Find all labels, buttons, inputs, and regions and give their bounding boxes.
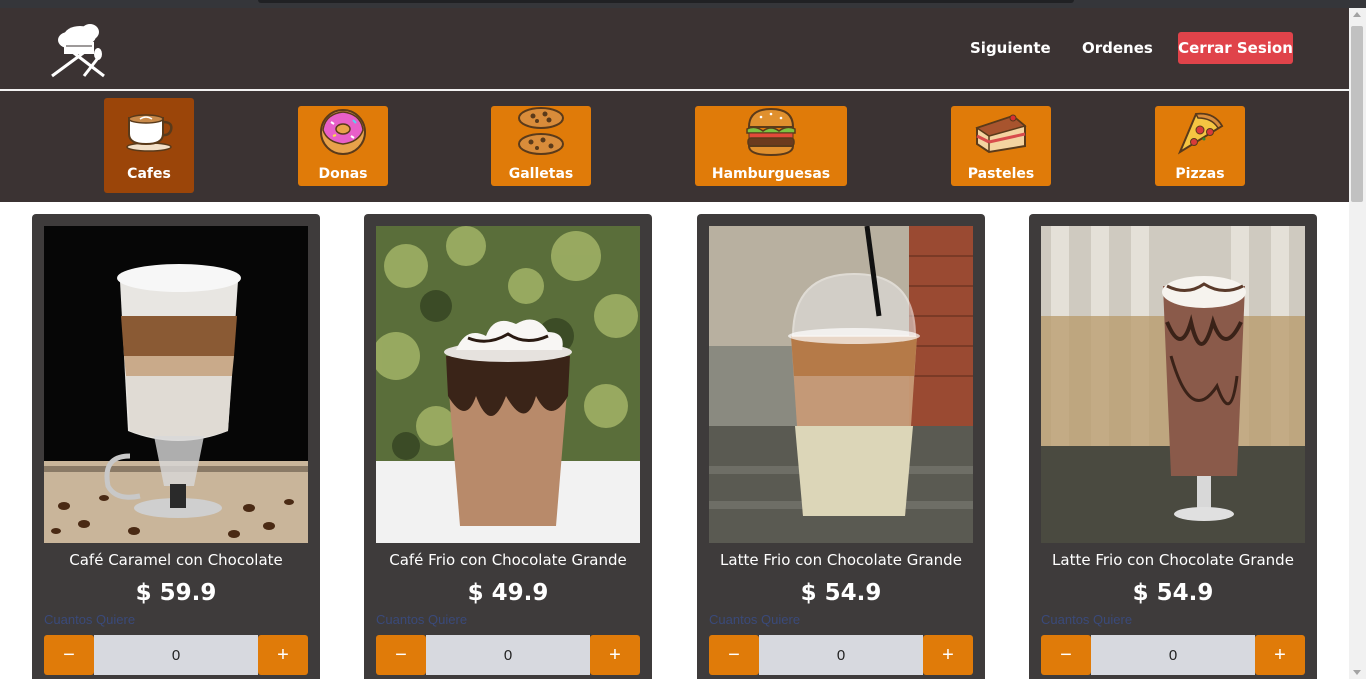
quantity-label: Cuantos Quiere [1041,612,1133,627]
quantity-stepper: − 0 + [1041,635,1305,675]
category-label: Galletas [508,166,574,182]
category-label: Pizzas [1175,166,1225,182]
category-label: Pasteles [967,166,1035,182]
scroll-up-arrow-icon[interactable] [1353,12,1361,17]
increment-button[interactable]: + [590,635,640,675]
pizza-icon [1174,108,1226,160]
quantity-label: Cuantos Quiere [709,612,801,627]
quantity-input[interactable]: 0 [94,635,258,675]
category-donas[interactable]: Donas [298,106,388,186]
product-name: Latte Frio con Chocolate Grande [720,551,962,569]
browser-top-strip [0,0,1366,8]
product-image[interactable] [44,226,308,543]
logout-button[interactable]: Cerrar Sesion [1178,32,1293,64]
quantity-input[interactable]: 0 [1091,635,1255,675]
quantity-stepper: − 0 + [44,635,308,675]
quantity-stepper: − 0 + [709,635,973,675]
product-card: Latte Frio con Chocolate Grande $ 54.9 C… [697,214,985,679]
scroll-down-arrow-icon[interactable] [1353,670,1361,675]
nav-orders-link[interactable]: Ordenes [1082,39,1153,57]
quantity-input[interactable]: 0 [426,635,590,675]
decrement-button[interactable]: − [376,635,426,675]
product-grid: Café Caramel con Chocolate $ 59.9 Cuanto… [0,202,1349,679]
cake-icon [973,110,1029,158]
product-price: $ 54.9 [1132,580,1214,606]
product-image[interactable] [376,226,640,543]
product-image[interactable] [1041,226,1305,543]
quantity-stepper: − 0 + [376,635,640,675]
donut-icon [317,108,369,160]
category-label: Cafes [127,166,171,182]
product-name: Latte Frio con Chocolate Grande [1052,551,1294,569]
burger-icon [745,107,797,161]
scrollbar-thumb[interactable] [1351,26,1363,202]
quantity-label: Cuantos Quiere [44,612,136,627]
chef-hat-utensils-icon[interactable] [46,18,110,80]
category-hamburguesas[interactable]: Hamburguesas [695,106,847,186]
decrement-button[interactable]: − [1041,635,1091,675]
product-name: Café Caramel con Chocolate [69,551,283,569]
product-price: $ 54.9 [800,580,882,606]
category-label: Donas [318,166,368,182]
top-navbar: Siguiente Ordenes Cerrar Sesion [0,8,1349,89]
coffee-cup-icon [123,110,175,156]
product-card: Café Caramel con Chocolate $ 59.9 Cuanto… [32,214,320,679]
nav-next-link[interactable]: Siguiente [970,39,1051,57]
quantity-input[interactable]: 0 [759,635,923,675]
category-cafes[interactable]: Cafes [104,98,194,193]
decrement-button[interactable]: − [709,635,759,675]
increment-button[interactable]: + [258,635,308,675]
product-image[interactable] [709,226,973,543]
browser-address-bar-edge [258,0,1074,3]
increment-button[interactable]: + [923,635,973,675]
increment-button[interactable]: + [1255,635,1305,675]
product-price: $ 49.9 [467,580,549,606]
category-pizzas[interactable]: Pizzas [1155,106,1245,186]
category-bar: Cafes Donas Galletas Hamburguesas Pastel… [0,91,1349,202]
category-pasteles[interactable]: Pasteles [951,106,1051,186]
page-scrollbar[interactable] [1349,8,1366,679]
category-galletas[interactable]: Galletas [491,106,591,186]
product-name: Café Frio con Chocolate Grande [389,551,627,569]
product-price: $ 59.9 [135,580,217,606]
category-label: Hamburguesas [711,166,831,182]
decrement-button[interactable]: − [44,635,94,675]
quantity-label: Cuantos Quiere [376,612,468,627]
product-card: Latte Frio con Chocolate Grande $ 54.9 C… [1029,214,1317,679]
cookies-icon [515,106,567,162]
product-card: Café Frio con Chocolate Grande $ 49.9 Cu… [364,214,652,679]
